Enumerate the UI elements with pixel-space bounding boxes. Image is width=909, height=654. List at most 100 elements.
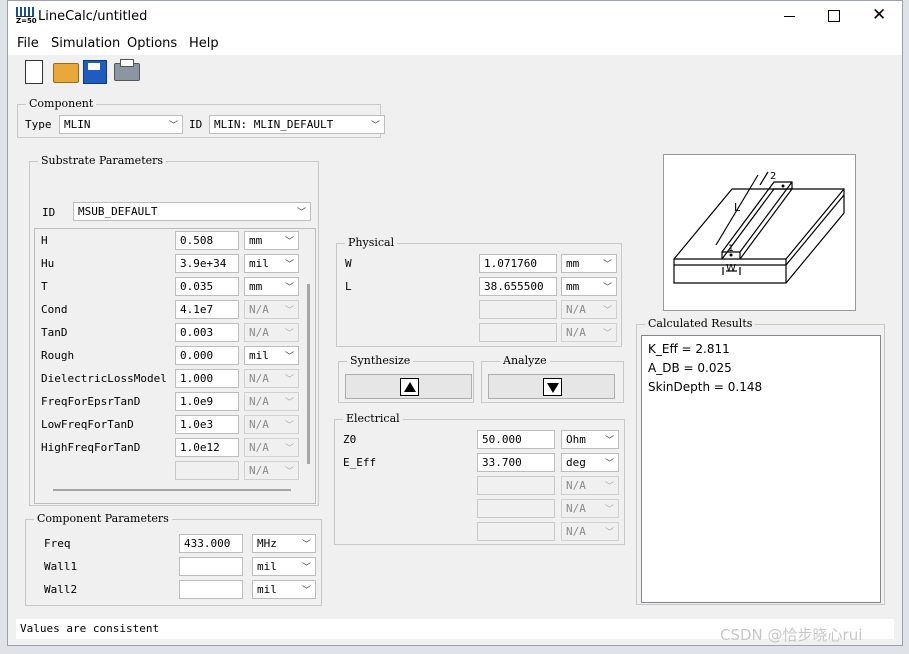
electrical-param-unit-select[interactable]: Ohm ﹀ xyxy=(561,430,619,449)
menu-simulation[interactable]: Simulation xyxy=(51,36,120,51)
synthesize-button[interactable] xyxy=(345,374,472,399)
physical-param-value-field[interactable]: 38.655500 xyxy=(479,277,557,296)
substrate-param-label: LowFreqForTanD xyxy=(41,418,134,431)
type-select[interactable]: MLIN ﹀ xyxy=(59,115,183,134)
substrate-param-row: FreqForEpsrTanD 1.0e9 N/A ﹀ xyxy=(35,392,315,412)
physical-param-value-field[interactable]: 1.071760 xyxy=(479,254,557,273)
maximize-icon[interactable] xyxy=(828,10,840,22)
substrate-param-value-field[interactable]: 1.0e3 xyxy=(175,415,239,434)
chevron-down-icon: ﹀ xyxy=(604,528,614,538)
chevron-down-icon: ﹀ xyxy=(602,283,612,293)
electrical-param-value-field[interactable]: 50.000 xyxy=(477,430,555,449)
id-label: ID xyxy=(189,118,203,131)
chevron-down-icon: ﹀ xyxy=(284,237,294,247)
component-param-unit-select[interactable]: MHz ﹀ xyxy=(252,534,316,553)
substrate-id-label: ID xyxy=(42,206,56,219)
substrate-param-unit-select: N/A ﹀ xyxy=(244,461,299,480)
type-label: Type xyxy=(25,118,52,131)
scrollbar-thumb[interactable] xyxy=(53,489,291,491)
analyze-group-title: Analyze xyxy=(500,354,550,367)
electrical-param-unit-select[interactable]: deg ﹀ xyxy=(561,453,619,472)
component-params-group: Component Parameters Freq 433.000 MHz ﹀ Wall… xyxy=(25,512,322,606)
component-id-select[interactable]: MLIN: MLIN_DEFAULT ﹀ xyxy=(209,115,385,134)
chevron-down-icon: ﹀ xyxy=(370,121,380,131)
chevron-down-icon: ﹀ xyxy=(284,398,294,408)
substrate-param-unit-value: N/A xyxy=(249,441,269,454)
electrical-param-unit-select: N/A ﹀ xyxy=(561,499,619,518)
substrate-scrollbar-h[interactable] xyxy=(35,485,313,495)
component-param-label: Freq xyxy=(44,537,71,550)
chevron-down-icon: ﹀ xyxy=(284,329,294,339)
electrical-param-value-field xyxy=(477,522,555,541)
physical-param-label: W xyxy=(345,257,352,270)
analyze-group: Analyze xyxy=(481,354,624,403)
substrate-id-select[interactable]: MSUB_DEFAULT ﹀ xyxy=(73,202,311,221)
electrical-param-value-field[interactable]: 33.700 xyxy=(477,453,555,472)
substrate-param-label: DielectricLossModel xyxy=(41,372,167,385)
electrical-param-unit-value: N/A xyxy=(566,502,586,515)
substrate-param-unit-select: N/A ﹀ xyxy=(244,323,299,342)
substrate-param-value-field xyxy=(175,461,239,480)
chevron-down-icon: ﹀ xyxy=(284,260,294,270)
substrate-param-row: H 0.508 mm ﹀ xyxy=(35,231,315,251)
component-param-value-field[interactable]: 433.000 xyxy=(179,534,243,553)
physical-param-label: L xyxy=(345,280,352,293)
substrate-param-unit-select: N/A ﹀ xyxy=(244,300,299,319)
electrical-group-title: Electrical xyxy=(343,412,403,425)
substrate-param-label: FreqForEpsrTanD xyxy=(41,395,141,408)
substrate-param-value-field[interactable]: 0.000 xyxy=(175,346,239,365)
substrate-param-unit-select[interactable]: mm ﹀ xyxy=(244,231,299,250)
chevron-down-icon: ﹀ xyxy=(602,329,612,339)
substrate-param-unit-select[interactable]: mm ﹀ xyxy=(244,277,299,296)
chevron-down-icon: ﹀ xyxy=(284,306,294,316)
physical-param-unit-value: mm xyxy=(566,280,580,293)
substrate-param-label: HighFreqForTanD xyxy=(41,441,141,454)
substrate-param-value-field[interactable]: 1.0e9 xyxy=(175,392,239,411)
substrate-param-value-field[interactable]: 1.0e12 xyxy=(175,438,239,457)
component-param-unit-value: MHz xyxy=(257,537,277,550)
substrate-param-value-field[interactable]: 3.9e+34 xyxy=(175,254,239,273)
printer-icon[interactable] xyxy=(114,59,140,81)
component-param-value-field[interactable] xyxy=(179,557,243,576)
save-disk-icon[interactable] xyxy=(83,60,107,84)
substrate-param-unit-value: N/A xyxy=(249,303,269,316)
substrate-param-unit-select: N/A ﹀ xyxy=(244,438,299,457)
component-param-value-field[interactable] xyxy=(179,580,243,599)
substrate-param-value-field[interactable]: 1.000 xyxy=(175,369,239,388)
substrate-param-unit-select[interactable]: mil ﹀ xyxy=(244,254,299,273)
electrical-param-row: N/A ﹀ xyxy=(335,476,624,496)
analyze-button[interactable] xyxy=(488,374,615,399)
physical-param-unit-select[interactable]: mm ﹀ xyxy=(561,277,617,296)
component-id-select-value: MLIN: MLIN_DEFAULT xyxy=(214,118,334,131)
substrate-param-value-field[interactable]: 4.1e7 xyxy=(175,300,239,319)
substrate-scrollbar-v[interactable] xyxy=(303,229,314,471)
arrow-down-icon xyxy=(543,378,562,396)
component-param-unit-select[interactable]: mil ﹀ xyxy=(252,580,316,599)
substrate-param-value-field[interactable]: 0.508 xyxy=(175,231,239,250)
component-group-title: Component xyxy=(26,97,97,110)
synthesize-group: Synthesize xyxy=(338,354,474,403)
menu-help[interactable]: Help xyxy=(189,36,219,51)
substrate-param-unit-select[interactable]: mil ﹀ xyxy=(244,346,299,365)
close-icon[interactable]: ✕ xyxy=(872,5,886,25)
electrical-param-unit-value: Ohm xyxy=(566,433,586,446)
physical-param-unit-select[interactable]: mm ﹀ xyxy=(561,254,617,273)
microstrip-drawing: L 1 2 W xyxy=(673,171,845,284)
component-param-label: Wall2 xyxy=(44,583,78,596)
open-folder-icon[interactable] xyxy=(53,63,79,83)
component-param-unit-value: mil xyxy=(257,560,277,573)
chevron-down-icon: ﹀ xyxy=(604,482,614,492)
new-file-icon[interactable] xyxy=(25,60,43,84)
scrollbar-thumb[interactable] xyxy=(307,284,310,464)
minimize-icon[interactable] xyxy=(784,16,795,17)
substrate-param-label: TanD xyxy=(41,326,68,339)
substrate-param-unit-value: N/A xyxy=(249,395,269,408)
substrate-param-value-field[interactable]: 0.003 xyxy=(175,323,239,342)
substrate-param-value-field[interactable]: 0.035 xyxy=(175,277,239,296)
menu-options[interactable]: Options xyxy=(127,36,177,51)
substrate-param-row: N/A ﹀ xyxy=(35,461,315,481)
menu-file[interactable]: File xyxy=(17,36,39,51)
component-param-unit-select[interactable]: mil ﹀ xyxy=(252,557,316,576)
physical-param-unit-select: N/A ﹀ xyxy=(561,323,617,342)
substrate-param-unit-select: N/A ﹀ xyxy=(244,392,299,411)
